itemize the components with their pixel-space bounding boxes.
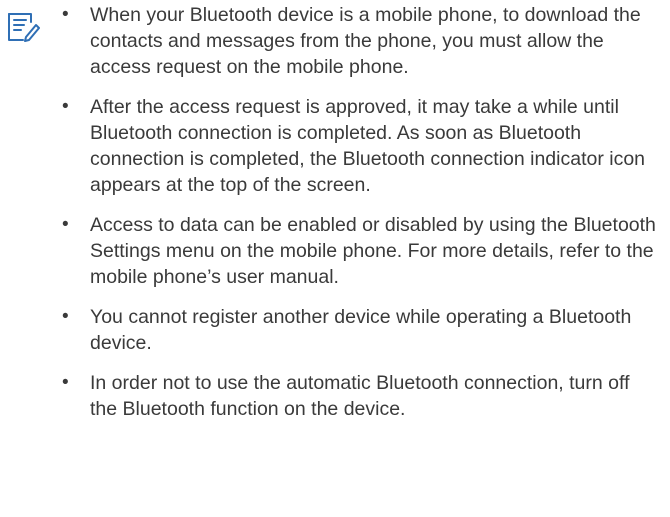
list-item: • You cannot register another device whi… (56, 304, 656, 356)
list-item: • Access to data can be enabled or disab… (56, 212, 656, 290)
note-text: You cannot register another device while… (90, 306, 632, 354)
bullet: • (62, 96, 69, 117)
note-pencil-icon (8, 13, 40, 42)
bullet: • (62, 306, 69, 327)
bullet: • (62, 372, 69, 393)
bullet: • (62, 214, 69, 235)
list-item: • In order not to use the automatic Blue… (56, 370, 656, 422)
note-text: When your Bluetooth device is a mobile p… (90, 4, 641, 78)
bullet: • (62, 4, 69, 25)
list-item: • When your Bluetooth device is a mobile… (56, 2, 656, 80)
note-text: Access to data can be enabled or disable… (90, 214, 656, 288)
list-item: • After the access request is approved, … (56, 94, 656, 198)
note-list: • When your Bluetooth device is a mobile… (56, 0, 656, 436)
note-text: In order not to use the automatic Blueto… (90, 372, 630, 420)
note-text: After the access request is approved, it… (90, 96, 646, 196)
